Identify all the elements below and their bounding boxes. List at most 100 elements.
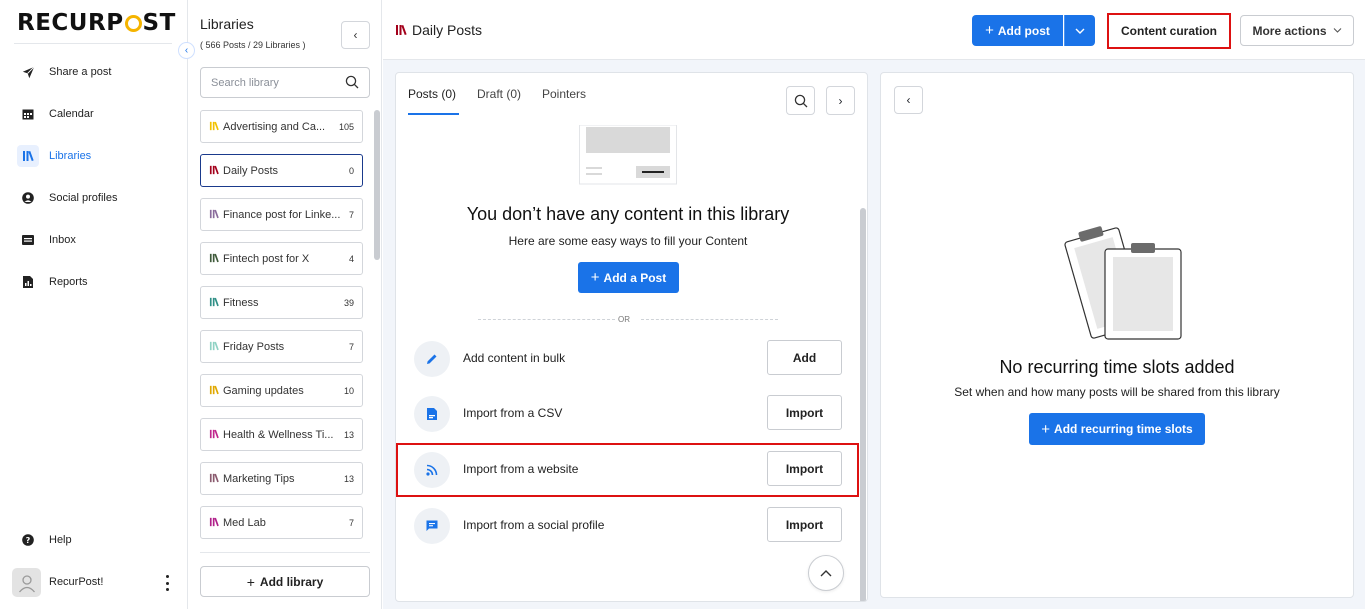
chevron-down-icon <box>1333 28 1341 33</box>
library-post-count: 10 <box>343 385 354 396</box>
option-label: Add content in bulk <box>463 351 566 365</box>
libraries-title: Libraries <box>200 16 254 32</box>
library-name: Marketing Tips <box>223 472 295 485</box>
time-slots-panel: ‹ No recurring time slots added Set when… <box>880 72 1354 598</box>
library-item[interactable]: Gaming updates 10 <box>200 374 363 407</box>
plus-icon: + <box>985 22 994 39</box>
library-item[interactable]: Finance post for Linke... 7 <box>200 198 363 231</box>
divider <box>641 319 778 320</box>
add-post-button[interactable]: + Add post <box>972 15 1063 46</box>
logo-o-ring <box>124 14 142 32</box>
library-icon <box>17 145 39 167</box>
library-icon <box>209 253 221 265</box>
library-name: Med Lab <box>223 516 266 529</box>
nav-item-share-a-post[interactable]: Share a post <box>10 55 176 89</box>
divider <box>200 552 370 553</box>
report-icon <box>17 271 39 293</box>
library-search-field[interactable] <box>200 67 370 98</box>
option-label: Import from a social profile <box>463 518 605 532</box>
library-item[interactable]: Med Lab 7 <box>200 506 363 539</box>
empty-content-illustration <box>579 124 677 185</box>
plus-icon: + <box>590 269 600 286</box>
inbox-icon <box>17 229 39 251</box>
tab-pointers[interactable]: Pointers <box>542 87 586 101</box>
paper-plane-icon <box>17 61 39 83</box>
csv-file-icon <box>414 396 450 432</box>
content-curation-label: Content curation <box>1121 24 1217 38</box>
page-header: Daily Posts + Add post Content curation … <box>383 0 1365 60</box>
import-csv-button[interactable]: Import <box>767 395 842 430</box>
or-separator: OR <box>618 315 630 324</box>
library-name: Friday Posts <box>223 340 285 353</box>
library-name: Health & Wellness Ti... <box>223 428 334 441</box>
nav-item-inbox[interactable]: Inbox <box>10 223 176 257</box>
divider <box>478 319 615 320</box>
library-post-count: 4 <box>348 253 354 264</box>
library-name: Gaming updates <box>223 384 304 397</box>
kebab-menu-icon[interactable] <box>158 573 176 593</box>
nav-label: Libraries <box>49 150 92 162</box>
library-item[interactable]: Fintech post for X 4 <box>200 242 363 275</box>
pencil-icon <box>414 341 450 377</box>
add-bulk-button[interactable]: Add <box>767 340 842 375</box>
library-item[interactable]: Fitness 39 <box>200 286 363 319</box>
option-label: Import from a CSV <box>463 406 563 420</box>
add-a-post-button[interactable]: + Add a Post <box>578 262 679 293</box>
nav-item-social-profiles[interactable]: Social profiles <box>10 181 176 215</box>
logo-text-end: ST <box>142 10 176 36</box>
add-library-button[interactable]: + Add library <box>200 566 370 597</box>
avatar[interactable] <box>12 568 41 597</box>
posts-scrollbar[interactable] <box>860 208 866 601</box>
expand-panel-button[interactable]: › <box>826 86 855 115</box>
collapse-sidebar-icon[interactable]: ‹ <box>178 42 195 59</box>
divider <box>14 43 172 44</box>
page-title-text: Daily Posts <box>412 22 483 38</box>
scroll-to-top-button[interactable] <box>808 555 844 591</box>
collapse-panel-button[interactable]: ‹ <box>894 86 923 114</box>
plus-icon: + <box>1041 420 1051 438</box>
slots-empty-subtitle: Set when and how many posts will be shar… <box>954 385 1280 399</box>
highlight-box <box>396 443 859 497</box>
svg-text:?: ? <box>26 536 31 545</box>
search-icon[interactable] <box>345 75 359 92</box>
left-navigation: RECURP ST Share a post Calendar Libraries… <box>0 0 188 609</box>
library-item[interactable]: Daily Posts 0 <box>200 154 363 187</box>
nav-label: Share a post <box>49 66 112 78</box>
nav-item-help[interactable]: ? Help <box>10 523 176 557</box>
import-social-profile-button[interactable]: Import <box>767 507 842 542</box>
logo-text-start: RECURP <box>17 10 124 36</box>
help-icon: ? <box>17 529 39 551</box>
library-search-input[interactable] <box>211 68 341 97</box>
more-actions-button[interactable]: More actions <box>1240 15 1354 46</box>
libraries-summary: ( 566 Posts / 29 Libraries ) <box>200 40 306 50</box>
posts-panel: Posts (0) Draft (0) Pointers › You don’t… <box>395 72 868 602</box>
library-item[interactable]: Friday Posts 7 <box>200 330 363 363</box>
add-recurring-time-slots-button[interactable]: + Add recurring time slots <box>1029 413 1205 445</box>
content-curation-button[interactable]: Content curation <box>1107 13 1231 49</box>
chevron-up-icon <box>820 569 832 576</box>
libraries-panel: Libraries ( 566 Posts / 29 Libraries ) ‹… <box>188 0 382 609</box>
add-slots-label: Add recurring time slots <box>1054 422 1193 436</box>
library-item[interactable]: Advertising and Ca... 105 <box>200 110 363 143</box>
tab-posts[interactable]: Posts (0) <box>408 87 456 101</box>
library-post-count: 7 <box>348 517 354 528</box>
more-actions-label: More actions <box>1252 23 1327 38</box>
collapse-libraries-icon[interactable]: ‹ <box>341 21 370 49</box>
nav-item-libraries[interactable]: Libraries <box>10 139 176 173</box>
nav-item-reports[interactable]: Reports <box>10 265 176 299</box>
nav-label: Reports <box>49 276 88 288</box>
library-item[interactable]: Marketing Tips 13 <box>200 462 363 495</box>
search-posts-button[interactable] <box>786 86 815 115</box>
library-post-count: 0 <box>348 165 354 176</box>
library-item[interactable]: Health & Wellness Ti... 13 <box>200 418 363 451</box>
library-post-count: 39 <box>343 297 354 308</box>
option-import-social-profile: Import from a social profile Import <box>414 507 842 544</box>
library-list: Advertising and Ca... 105 Daily Posts 0 Fina… <box>200 110 363 553</box>
nav-item-calendar[interactable]: Calendar <box>10 97 176 131</box>
add-post-dropdown-button[interactable] <box>1064 15 1095 46</box>
library-scrollbar[interactable] <box>374 110 380 260</box>
chevron-down-icon <box>1075 28 1085 34</box>
tab-draft[interactable]: Draft (0) <box>477 87 521 101</box>
option-add-content-in-bulk: Add content in bulk Add <box>414 340 842 377</box>
recurpost-logo[interactable]: RECURP ST <box>17 10 176 36</box>
